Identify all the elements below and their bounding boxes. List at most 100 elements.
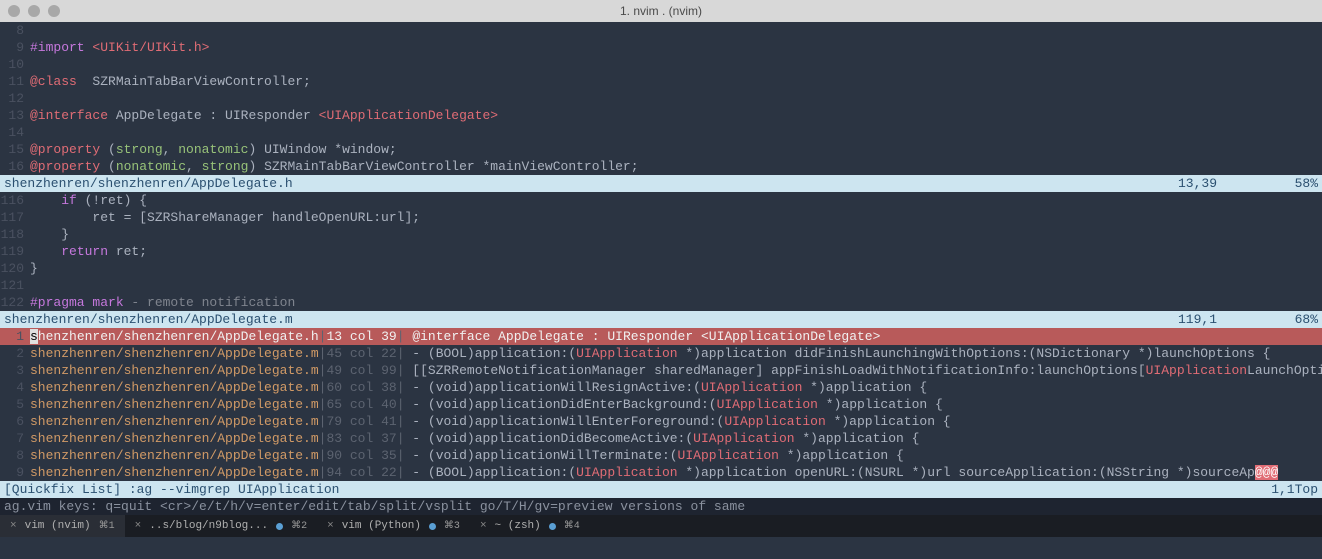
quickfix-content: shenzhenren/shenzhenren/AppDelegate.m|83… (30, 430, 1322, 447)
quickfix-item[interactable]: 3shenzhenren/shenzhenren/AppDelegate.m|4… (0, 362, 1322, 379)
code-content: @property (strong, nonatomic) UIWindow *… (30, 141, 1322, 158)
line-number: 1 (0, 328, 30, 345)
close-icon[interactable]: × (10, 520, 17, 532)
tab-shortcut: ⌘4 (564, 520, 580, 532)
code-line[interactable]: 119 return ret; (0, 243, 1322, 260)
status-pct: 58% (1278, 175, 1318, 192)
code-content (30, 56, 1322, 73)
line-number: 2 (0, 345, 30, 362)
code-content: ret = [SZRShareManager handleOpenURL:url… (30, 209, 1322, 226)
terminal-tab[interactable]: × ~ (zsh) ⌘4 (470, 515, 590, 537)
quickfix-statusbar: [Quickfix List] :ag --vimgrep UIApplicat… (0, 481, 1322, 498)
quickfix-content: shenzhenren/shenzhenren/AppDelegate.h|13… (30, 328, 1322, 345)
quickfix-pos: 1,1 (1271, 481, 1294, 498)
line-number: 12 (0, 90, 30, 107)
code-content (30, 90, 1322, 107)
code-line[interactable]: 10 (0, 56, 1322, 73)
code-content: @property (nonatomic, strong) SZRMainTab… (30, 158, 1322, 175)
code-content (30, 277, 1322, 294)
code-content: } (30, 260, 1322, 277)
window-titlebar: 1. nvim . (nvim) (0, 0, 1322, 22)
code-line[interactable]: 12 (0, 90, 1322, 107)
tab-label: vim (nvim) (25, 520, 91, 532)
line-number: 122 (0, 294, 30, 311)
code-line[interactable]: 118 } (0, 226, 1322, 243)
line-number: 9 (0, 39, 30, 56)
close-icon[interactable]: × (135, 520, 142, 532)
tab-shortcut: ⌘2 (291, 520, 307, 532)
code-line[interactable]: 8 (0, 22, 1322, 39)
window-title: 1. nvim . (nvim) (620, 4, 702, 18)
quickfix-pane[interactable]: 1shenzhenren/shenzhenren/AppDelegate.h|1… (0, 328, 1322, 481)
line-number: 5 (0, 396, 30, 413)
code-line[interactable]: 14 (0, 124, 1322, 141)
quickfix-item[interactable]: 2shenzhenren/shenzhenren/AppDelegate.m|4… (0, 345, 1322, 362)
code-content (30, 124, 1322, 141)
line-number: 9 (0, 464, 30, 481)
status-path: shenzhenren/shenzhenren/AppDelegate.m (4, 311, 1178, 328)
code-line[interactable]: 120} (0, 260, 1322, 277)
activity-indicator-icon (549, 523, 556, 530)
code-line[interactable]: 116 if (!ret) { (0, 192, 1322, 209)
code-content: if (!ret) { (30, 192, 1322, 209)
terminal-tab[interactable]: ×..s/blog/n9blog...⌘2 (125, 515, 317, 537)
code-content: @class SZRMainTabBarViewController; (30, 73, 1322, 90)
line-number: 8 (0, 22, 30, 39)
quickfix-item[interactable]: 5shenzhenren/shenzhenren/AppDelegate.m|6… (0, 396, 1322, 413)
line-number: 10 (0, 56, 30, 73)
traffic-lights (8, 5, 60, 17)
tab-shortcut: ⌘3 (444, 520, 460, 532)
line-number: 14 (0, 124, 30, 141)
activity-indicator-icon (429, 523, 436, 530)
line-number: 118 (0, 226, 30, 243)
maximize-window-button[interactable] (48, 5, 60, 17)
code-line[interactable]: 121 (0, 277, 1322, 294)
line-number: 117 (0, 209, 30, 226)
line-number: 120 (0, 260, 30, 277)
editor-pane-1[interactable]: 89#import <UIKit/UIKit.h>1011@class SZRM… (0, 22, 1322, 175)
quickfix-label: [Quickfix List] :ag --vimgrep UIApplicat… (4, 481, 1271, 498)
quickfix-content: shenzhenren/shenzhenren/AppDelegate.m|60… (30, 379, 1322, 396)
code-line[interactable]: 13@interface AppDelegate : UIResponder <… (0, 107, 1322, 124)
tab-label: vim (Python) (342, 520, 421, 532)
quickfix-item[interactable]: 8shenzhenren/shenzhenren/AppDelegate.m|9… (0, 447, 1322, 464)
line-number: 116 (0, 192, 30, 209)
code-content: return ret; (30, 243, 1322, 260)
line-number: 121 (0, 277, 30, 294)
quickfix-item[interactable]: 6shenzhenren/shenzhenren/AppDelegate.m|7… (0, 413, 1322, 430)
line-number: 6 (0, 413, 30, 430)
line-number: 4 (0, 379, 30, 396)
code-line[interactable]: 122#pragma mark - remote notification (0, 294, 1322, 311)
quickfix-content: shenzhenren/shenzhenren/AppDelegate.m|90… (30, 447, 1322, 464)
code-line[interactable]: 117 ret = [SZRShareManager handleOpenURL… (0, 209, 1322, 226)
code-line[interactable]: 16@property (nonatomic, strong) SZRMainT… (0, 158, 1322, 175)
quickfix-item[interactable]: 9shenzhenren/shenzhenren/AppDelegate.m|9… (0, 464, 1322, 481)
quickfix-content: shenzhenren/shenzhenren/AppDelegate.m|45… (30, 345, 1322, 362)
quickfix-pct: Top (1295, 481, 1318, 498)
line-number: 16 (0, 158, 30, 175)
code-line[interactable]: 11@class SZRMainTabBarViewController; (0, 73, 1322, 90)
code-content: #pragma mark - remote notification (30, 294, 1322, 311)
line-number: 15 (0, 141, 30, 158)
quickfix-item[interactable]: 1shenzhenren/shenzhenren/AppDelegate.h|1… (0, 328, 1322, 345)
quickfix-item[interactable]: 4shenzhenren/shenzhenren/AppDelegate.m|6… (0, 379, 1322, 396)
quickfix-item[interactable]: 7shenzhenren/shenzhenren/AppDelegate.m|8… (0, 430, 1322, 447)
code-line[interactable]: 15@property (strong, nonatomic) UIWindow… (0, 141, 1322, 158)
statusbar-2: shenzhenren/shenzhenren/AppDelegate.m 11… (0, 311, 1322, 328)
status-pos: 13,39 (1178, 175, 1278, 192)
close-icon[interactable]: × (327, 520, 334, 532)
minimize-window-button[interactable] (28, 5, 40, 17)
quickfix-content: shenzhenren/shenzhenren/AppDelegate.m|65… (30, 396, 1322, 413)
code-line[interactable]: 9#import <UIKit/UIKit.h> (0, 39, 1322, 56)
close-window-button[interactable] (8, 5, 20, 17)
help-line: ag.vim keys: q=quit <cr>/e/t/h/v=enter/e… (0, 498, 1322, 515)
terminal-tab[interactable]: ×vim (nvim)⌘1 (0, 515, 125, 537)
line-number: 13 (0, 107, 30, 124)
terminal-tab[interactable]: × vim (Python) ⌘3 (317, 515, 470, 537)
statusbar-1: shenzhenren/shenzhenren/AppDelegate.h 13… (0, 175, 1322, 192)
close-icon[interactable]: × (480, 520, 487, 532)
tab-label: ~ (zsh) (495, 520, 541, 532)
editor-pane-2[interactable]: 116 if (!ret) {117 ret = [SZRShareManage… (0, 192, 1322, 311)
quickfix-content: shenzhenren/shenzhenren/AppDelegate.m|79… (30, 413, 1322, 430)
terminal-tabbar: ×vim (nvim)⌘1×..s/blog/n9blog...⌘2×vim (… (0, 515, 1322, 537)
